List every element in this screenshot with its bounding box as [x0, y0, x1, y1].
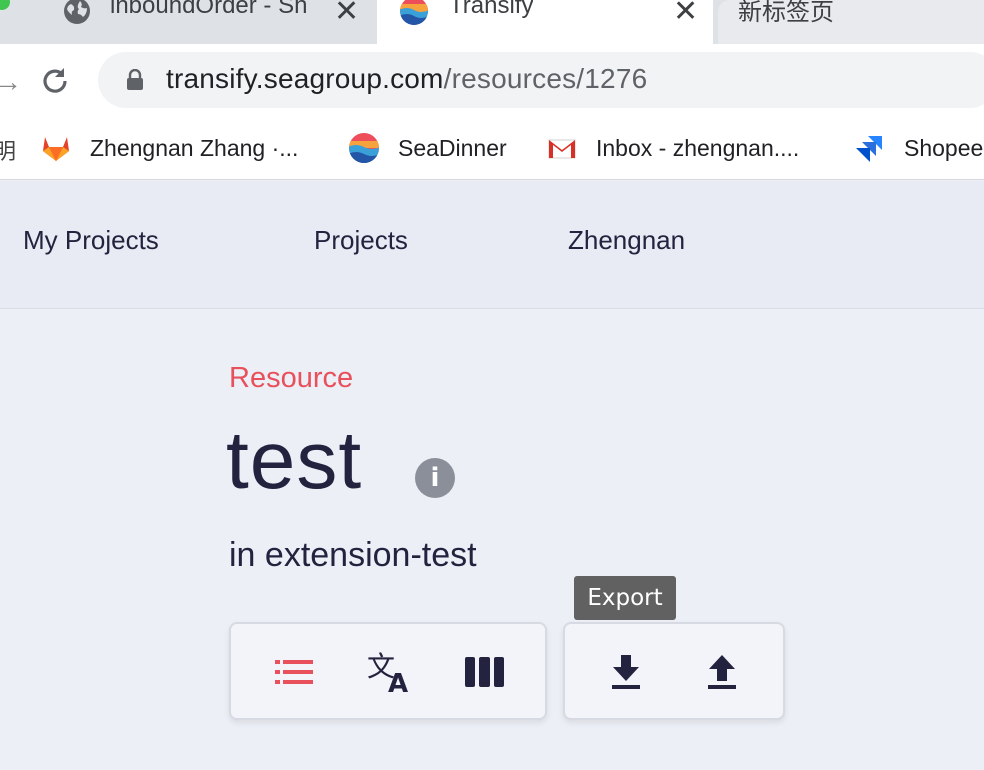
bookmarks-bar: 明 Zhengnan Zhang ·... SeaDinner Inbox - … — [0, 116, 984, 180]
translate-icon: 文 A — [367, 650, 408, 694]
close-tab-icon[interactable]: ✕ — [334, 0, 359, 29]
globe-icon — [64, 0, 90, 24]
bookmark-shopee-jira[interactable]: Shopee — [854, 128, 983, 168]
nav-my-projects[interactable]: My Projects — [23, 225, 159, 256]
tab-title: Transify — [449, 0, 534, 19]
bookmark-gmail[interactable]: Inbox - zhengnan.... — [546, 128, 799, 168]
export-button[interactable] — [602, 648, 650, 696]
tab-title: 新标签页 — [738, 0, 834, 26]
columns-view-button[interactable] — [461, 648, 509, 696]
translation-view-button[interactable]: 文 A — [366, 648, 414, 696]
address-bar[interactable]: transify.seagroup.com/resources/1276 — [98, 52, 984, 108]
bookmark-label: SeaDinner — [398, 134, 507, 161]
reload-icon[interactable] — [38, 64, 72, 98]
list-icon — [275, 660, 313, 684]
transify-logo-icon — [400, 0, 428, 25]
bookmark-label: Zhengnan Zhang ·... — [90, 134, 299, 161]
browser-toolbar: → transify.seagroup.com/resources/1276 — [0, 44, 984, 116]
browser-tab-inbound-order[interactable]: inboundOrder - Sh ✕ — [0, 0, 372, 44]
import-export-button-group — [563, 622, 785, 720]
url-text[interactable]: transify.seagroup.com/resources/1276 — [166, 63, 647, 95]
nav-user-zhengnan[interactable]: Zhengnan — [568, 225, 685, 256]
info-icon[interactable]: i — [415, 458, 455, 498]
bookmark-seadinner[interactable]: SeaDinner — [348, 128, 507, 168]
bookmark-gitlab[interactable]: Zhengnan Zhang ·... — [40, 128, 298, 168]
nav-projects[interactable]: Projects — [314, 225, 408, 256]
gmail-icon — [548, 139, 576, 159]
resource-project-context: in extension-test — [229, 536, 477, 574]
browser-tab-transify[interactable]: Transify ✕ — [377, 0, 713, 44]
browser-tab-new[interactable]: 新标签页 — [718, 0, 984, 44]
tab-title: inboundOrder - Sh — [110, 0, 308, 19]
columns-icon — [465, 657, 504, 687]
seadinner-logo-icon — [349, 133, 379, 163]
gitlab-icon — [43, 137, 69, 161]
url-path: /resources/1276 — [443, 63, 648, 94]
forward-arrow-icon[interactable]: → — [0, 66, 22, 98]
resource-name: test — [226, 415, 363, 506]
import-button[interactable] — [698, 648, 746, 696]
download-icon — [612, 655, 640, 689]
view-mode-button-group: 文 A — [229, 622, 547, 720]
resource-section-label: Resource — [229, 362, 354, 394]
bookmark-folder-label[interactable]: 明 — [0, 134, 16, 166]
bookmark-label: Shopee — [904, 134, 984, 161]
browser-tab-bar: inboundOrder - Sh ✕ Transify ✕ 新标签页 — [0, 0, 984, 44]
svg-text:A: A — [388, 669, 408, 694]
list-view-button[interactable] — [271, 648, 319, 696]
lock-icon[interactable] — [126, 69, 144, 91]
export-tooltip: Export — [574, 576, 676, 620]
url-host: transify.seagroup.com — [166, 63, 444, 94]
bookmark-label: Inbox - zhengnan.... — [596, 134, 800, 161]
close-tab-icon[interactable]: ✕ — [673, 0, 698, 29]
app-nav-bar: My Projects Projects Zhengnan — [0, 181, 984, 309]
upload-icon — [708, 655, 736, 689]
jira-icon — [856, 136, 882, 162]
